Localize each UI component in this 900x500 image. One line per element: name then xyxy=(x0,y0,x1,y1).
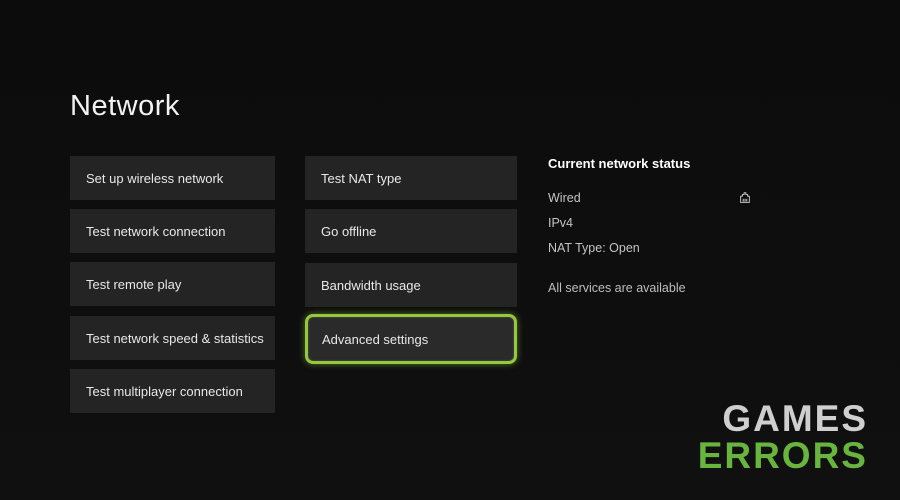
test-remote-play-button[interactable]: Test remote play xyxy=(70,262,275,306)
ip-version-label: IPv4 xyxy=(548,216,573,230)
button-label: Go offline xyxy=(321,224,376,239)
ethernet-icon xyxy=(738,191,752,205)
nat-type-label: NAT Type: Open xyxy=(548,241,640,255)
button-label: Test remote play xyxy=(86,277,181,292)
games-errors-watermark: GAMES ERRORS xyxy=(698,400,868,474)
button-label: Test network connection xyxy=(86,224,225,239)
button-label: Test network speed & statistics xyxy=(86,331,264,346)
test-nat-type-button[interactable]: Test NAT type xyxy=(305,156,517,200)
button-label: Test NAT type xyxy=(321,171,401,186)
button-label: Advanced settings xyxy=(322,332,428,347)
services-status-text: All services are available xyxy=(548,281,838,295)
connection-type-row: Wired xyxy=(548,191,838,205)
advanced-settings-button[interactable]: Advanced settings xyxy=(305,314,517,364)
current-network-status-panel: Current network status Wired IPv4 NAT Ty… xyxy=(548,156,838,295)
bandwidth-usage-button[interactable]: Bandwidth usage xyxy=(305,263,517,307)
connection-type-label: Wired xyxy=(548,191,581,205)
network-settings-screen: Network Set up wireless network Test net… xyxy=(0,0,900,500)
button-label: Test multiplayer connection xyxy=(86,384,243,399)
status-panel-heading: Current network status xyxy=(548,156,838,171)
test-multiplayer-connection-button[interactable]: Test multiplayer connection xyxy=(70,369,275,413)
go-offline-button[interactable]: Go offline xyxy=(305,209,517,253)
page-title: Network xyxy=(70,90,180,123)
test-network-connection-button[interactable]: Test network connection xyxy=(70,209,275,253)
ip-version-row: IPv4 xyxy=(548,216,838,230)
button-label: Set up wireless network xyxy=(86,171,223,186)
watermark-line2: ERRORS xyxy=(698,437,868,474)
setup-wireless-network-button[interactable]: Set up wireless network xyxy=(70,156,275,200)
button-label: Bandwidth usage xyxy=(321,278,421,293)
nat-type-row: NAT Type: Open xyxy=(548,241,838,255)
watermark-line1: GAMES xyxy=(698,400,868,437)
test-network-speed-statistics-button[interactable]: Test network speed & statistics xyxy=(70,316,275,360)
